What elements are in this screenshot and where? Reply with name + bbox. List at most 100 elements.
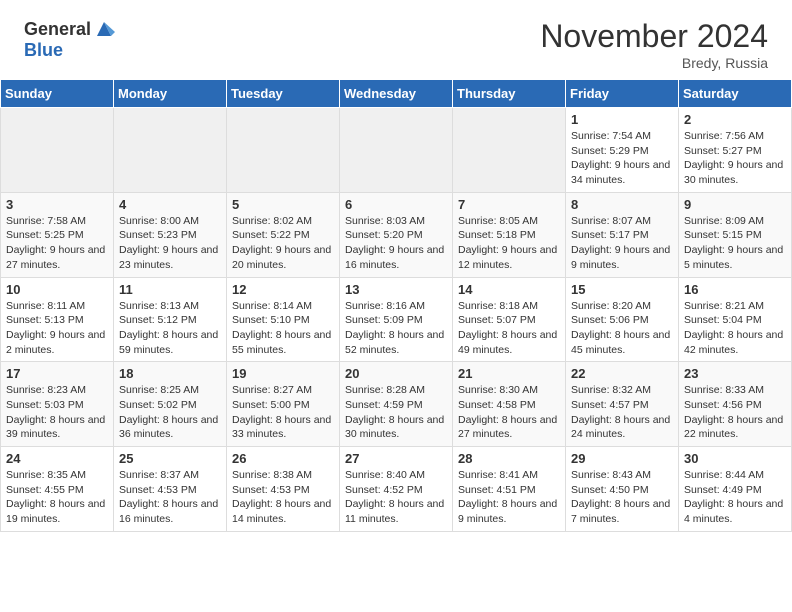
day-number: 23 bbox=[684, 366, 786, 381]
calendar-day-cell bbox=[340, 108, 453, 193]
day-info: Sunrise: 8:20 AM Sunset: 5:06 PM Dayligh… bbox=[571, 299, 673, 358]
calendar-body: 1 Sunrise: 7:54 AM Sunset: 5:29 PM Daylig… bbox=[1, 108, 792, 532]
title-block: November 2024 Bredy, Russia bbox=[540, 18, 768, 71]
day-number: 4 bbox=[119, 197, 221, 212]
day-info: Sunrise: 7:58 AM Sunset: 5:25 PM Dayligh… bbox=[6, 214, 108, 273]
calendar-day-cell bbox=[453, 108, 566, 193]
logo-general-text: General bbox=[24, 19, 91, 40]
day-info: Sunrise: 8:35 AM Sunset: 4:55 PM Dayligh… bbox=[6, 468, 108, 527]
calendar-day-cell: 12 Sunrise: 8:14 AM Sunset: 5:10 PM Dayli… bbox=[227, 277, 340, 362]
day-number: 24 bbox=[6, 451, 108, 466]
calendar-table: SundayMondayTuesdayWednesdayThursdayFrid… bbox=[0, 79, 792, 532]
day-info: Sunrise: 8:43 AM Sunset: 4:50 PM Dayligh… bbox=[571, 468, 673, 527]
day-info: Sunrise: 8:11 AM Sunset: 5:13 PM Dayligh… bbox=[6, 299, 108, 358]
day-info: Sunrise: 8:30 AM Sunset: 4:58 PM Dayligh… bbox=[458, 383, 560, 442]
calendar-week-row: 1 Sunrise: 7:54 AM Sunset: 5:29 PM Daylig… bbox=[1, 108, 792, 193]
calendar-day-cell: 24 Sunrise: 8:35 AM Sunset: 4:55 PM Dayli… bbox=[1, 447, 114, 532]
calendar-day-cell: 2 Sunrise: 7:56 AM Sunset: 5:27 PM Daylig… bbox=[679, 108, 792, 193]
day-number: 26 bbox=[232, 451, 334, 466]
day-number: 2 bbox=[684, 112, 786, 127]
day-number: 7 bbox=[458, 197, 560, 212]
day-number: 30 bbox=[684, 451, 786, 466]
day-number: 13 bbox=[345, 282, 447, 297]
day-info: Sunrise: 8:38 AM Sunset: 4:53 PM Dayligh… bbox=[232, 468, 334, 527]
weekday-header-cell: Sunday bbox=[1, 80, 114, 108]
day-number: 25 bbox=[119, 451, 221, 466]
day-info: Sunrise: 8:21 AM Sunset: 5:04 PM Dayligh… bbox=[684, 299, 786, 358]
calendar-day-cell: 29 Sunrise: 8:43 AM Sunset: 4:50 PM Dayli… bbox=[566, 447, 679, 532]
day-info: Sunrise: 8:28 AM Sunset: 4:59 PM Dayligh… bbox=[345, 383, 447, 442]
calendar-day-cell: 13 Sunrise: 8:16 AM Sunset: 5:09 PM Dayli… bbox=[340, 277, 453, 362]
weekday-header-cell: Saturday bbox=[679, 80, 792, 108]
day-number: 14 bbox=[458, 282, 560, 297]
calendar-day-cell: 9Sunrise: 8:09 AM Sunset: 5:15 PM Daylig… bbox=[679, 192, 792, 277]
day-info: Sunrise: 8:41 AM Sunset: 4:51 PM Dayligh… bbox=[458, 468, 560, 527]
day-number: 9 bbox=[684, 197, 786, 212]
calendar-day-cell: 22 Sunrise: 8:32 AM Sunset: 4:57 PM Dayli… bbox=[566, 362, 679, 447]
day-number: 17 bbox=[6, 366, 108, 381]
calendar-day-cell: 25 Sunrise: 8:37 AM Sunset: 4:53 PM Dayli… bbox=[114, 447, 227, 532]
weekday-header-cell: Wednesday bbox=[340, 80, 453, 108]
logo: General Blue bbox=[24, 18, 115, 61]
day-number: 6 bbox=[345, 197, 447, 212]
calendar-week-row: 10Sunrise: 8:11 AM Sunset: 5:13 PM Dayli… bbox=[1, 277, 792, 362]
calendar-day-cell: 7 Sunrise: 8:05 AM Sunset: 5:18 PM Daylig… bbox=[453, 192, 566, 277]
calendar-day-cell: 16Sunrise: 8:21 AM Sunset: 5:04 PM Dayli… bbox=[679, 277, 792, 362]
calendar-day-cell: 10Sunrise: 8:11 AM Sunset: 5:13 PM Dayli… bbox=[1, 277, 114, 362]
day-info: Sunrise: 7:56 AM Sunset: 5:27 PM Dayligh… bbox=[684, 129, 786, 188]
day-number: 28 bbox=[458, 451, 560, 466]
day-info: Sunrise: 8:44 AM Sunset: 4:49 PM Dayligh… bbox=[684, 468, 786, 527]
calendar-day-cell: 15Sunrise: 8:20 AM Sunset: 5:06 PM Dayli… bbox=[566, 277, 679, 362]
day-info: Sunrise: 8:05 AM Sunset: 5:18 PM Dayligh… bbox=[458, 214, 560, 273]
day-number: 11 bbox=[119, 282, 221, 297]
calendar-week-row: 24 Sunrise: 8:35 AM Sunset: 4:55 PM Dayli… bbox=[1, 447, 792, 532]
calendar-day-cell: 20 Sunrise: 8:28 AM Sunset: 4:59 PM Dayli… bbox=[340, 362, 453, 447]
month-title: November 2024 bbox=[540, 18, 768, 55]
calendar-day-cell: 11 Sunrise: 8:13 AM Sunset: 5:12 PM Dayli… bbox=[114, 277, 227, 362]
day-info: Sunrise: 8:16 AM Sunset: 5:09 PM Dayligh… bbox=[345, 299, 447, 358]
weekday-header-cell: Thursday bbox=[453, 80, 566, 108]
calendar-day-cell: 5Sunrise: 8:02 AM Sunset: 5:22 PM Daylig… bbox=[227, 192, 340, 277]
calendar-day-cell: 23 Sunrise: 8:33 AM Sunset: 4:56 PM Dayli… bbox=[679, 362, 792, 447]
day-number: 19 bbox=[232, 366, 334, 381]
day-number: 18 bbox=[119, 366, 221, 381]
day-number: 20 bbox=[345, 366, 447, 381]
day-info: Sunrise: 8:18 AM Sunset: 5:07 PM Dayligh… bbox=[458, 299, 560, 358]
day-number: 8 bbox=[571, 197, 673, 212]
day-info: Sunrise: 8:07 AM Sunset: 5:17 PM Dayligh… bbox=[571, 214, 673, 273]
day-number: 27 bbox=[345, 451, 447, 466]
day-info: Sunrise: 8:25 AM Sunset: 5:02 PM Dayligh… bbox=[119, 383, 221, 442]
calendar-week-row: 3 Sunrise: 7:58 AM Sunset: 5:25 PM Daylig… bbox=[1, 192, 792, 277]
day-info: Sunrise: 8:33 AM Sunset: 4:56 PM Dayligh… bbox=[684, 383, 786, 442]
day-number: 1 bbox=[571, 112, 673, 127]
calendar-day-cell bbox=[114, 108, 227, 193]
weekday-header-row: SundayMondayTuesdayWednesdayThursdayFrid… bbox=[1, 80, 792, 108]
location: Bredy, Russia bbox=[540, 55, 768, 71]
calendar-day-cell: 4Sunrise: 8:00 AM Sunset: 5:23 PM Daylig… bbox=[114, 192, 227, 277]
calendar-day-cell: 18 Sunrise: 8:25 AM Sunset: 5:02 PM Dayli… bbox=[114, 362, 227, 447]
day-info: Sunrise: 8:03 AM Sunset: 5:20 PM Dayligh… bbox=[345, 214, 447, 273]
day-info: Sunrise: 8:37 AM Sunset: 4:53 PM Dayligh… bbox=[119, 468, 221, 527]
day-info: Sunrise: 8:23 AM Sunset: 5:03 PM Dayligh… bbox=[6, 383, 108, 442]
day-number: 22 bbox=[571, 366, 673, 381]
calendar-week-row: 17 Sunrise: 8:23 AM Sunset: 5:03 PM Dayli… bbox=[1, 362, 792, 447]
day-info: Sunrise: 8:13 AM Sunset: 5:12 PM Dayligh… bbox=[119, 299, 221, 358]
weekday-header-cell: Monday bbox=[114, 80, 227, 108]
logo-blue-text: Blue bbox=[24, 40, 63, 61]
calendar-day-cell: 1 Sunrise: 7:54 AM Sunset: 5:29 PM Daylig… bbox=[566, 108, 679, 193]
calendar-day-cell: 3 Sunrise: 7:58 AM Sunset: 5:25 PM Daylig… bbox=[1, 192, 114, 277]
day-number: 3 bbox=[6, 197, 108, 212]
calendar-day-cell: 17 Sunrise: 8:23 AM Sunset: 5:03 PM Dayli… bbox=[1, 362, 114, 447]
calendar-day-cell: 6 Sunrise: 8:03 AM Sunset: 5:20 PM Daylig… bbox=[340, 192, 453, 277]
day-info: Sunrise: 7:54 AM Sunset: 5:29 PM Dayligh… bbox=[571, 129, 673, 188]
weekday-header-cell: Friday bbox=[566, 80, 679, 108]
day-info: Sunrise: 8:32 AM Sunset: 4:57 PM Dayligh… bbox=[571, 383, 673, 442]
calendar-day-cell bbox=[1, 108, 114, 193]
calendar-day-cell: 30 Sunrise: 8:44 AM Sunset: 4:49 PM Dayli… bbox=[679, 447, 792, 532]
day-number: 12 bbox=[232, 282, 334, 297]
day-info: Sunrise: 8:14 AM Sunset: 5:10 PM Dayligh… bbox=[232, 299, 334, 358]
day-info: Sunrise: 8:27 AM Sunset: 5:00 PM Dayligh… bbox=[232, 383, 334, 442]
day-number: 29 bbox=[571, 451, 673, 466]
weekday-header-cell: Tuesday bbox=[227, 80, 340, 108]
calendar-day-cell: 14 Sunrise: 8:18 AM Sunset: 5:07 PM Dayli… bbox=[453, 277, 566, 362]
